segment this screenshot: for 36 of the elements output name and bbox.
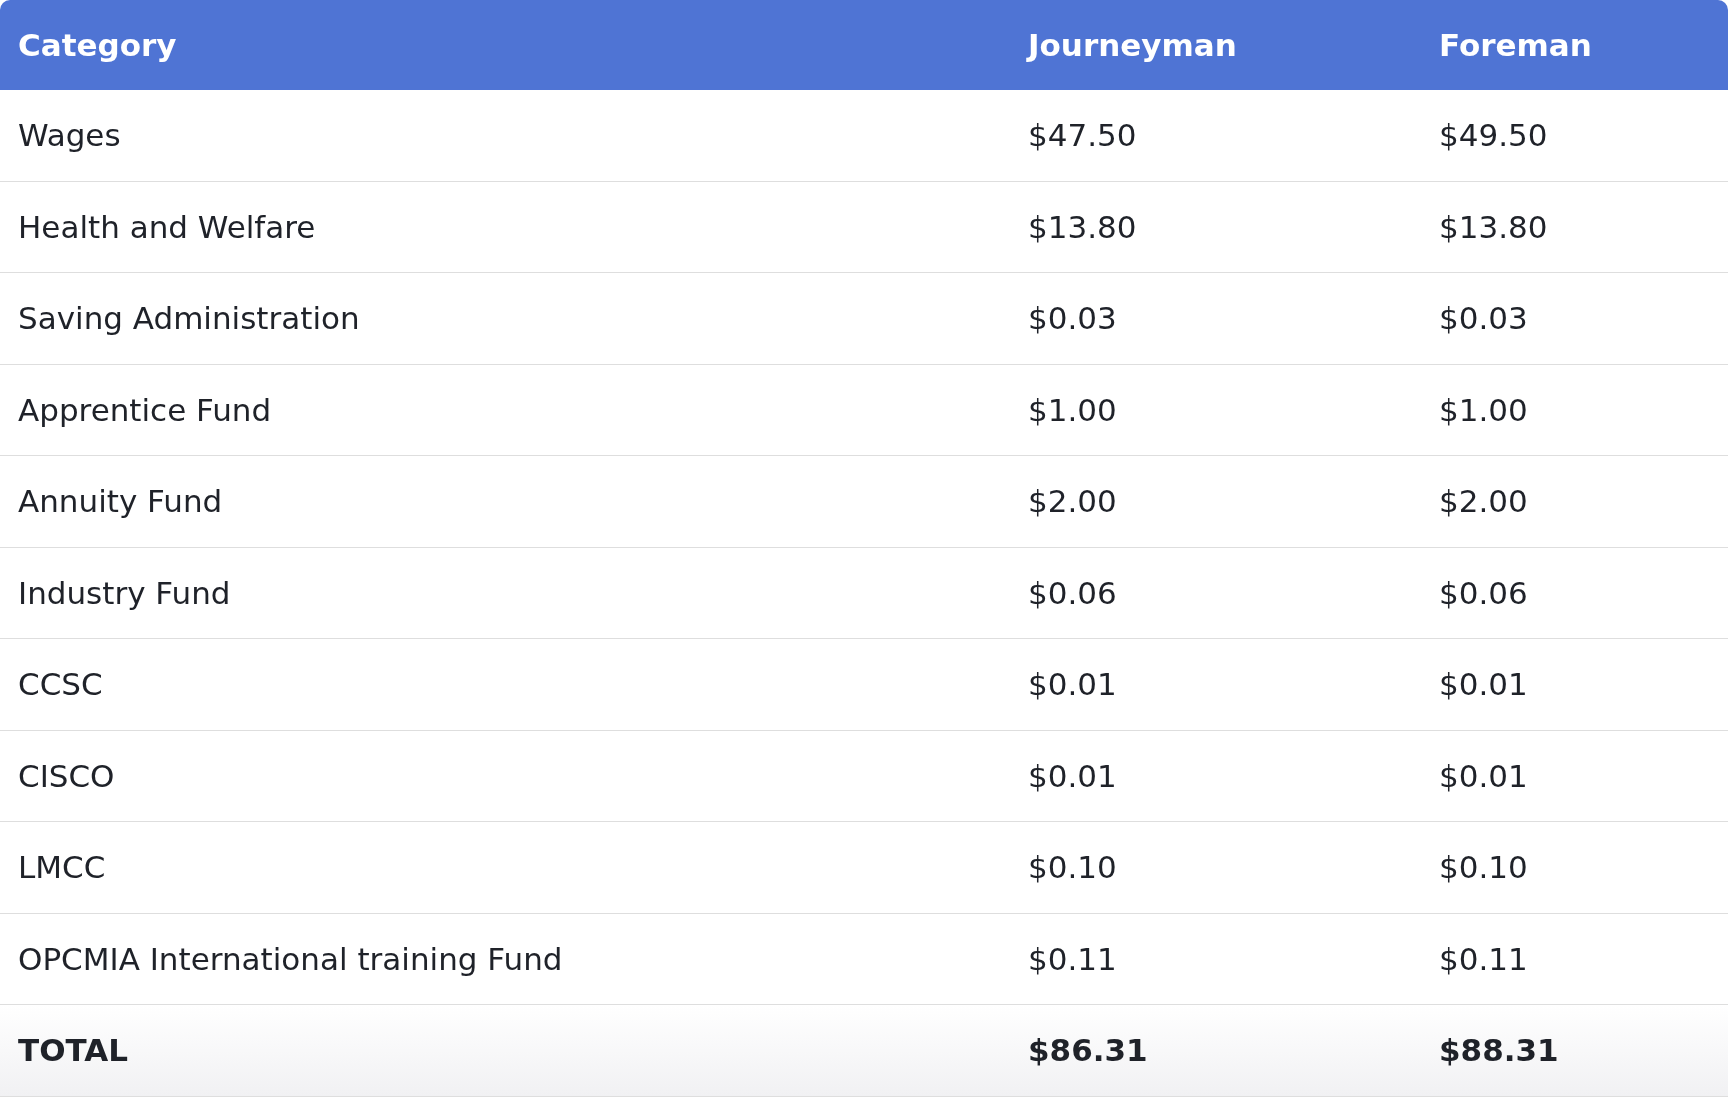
table-cell: $1.00 bbox=[1439, 391, 1528, 428]
table-cell: $13.80 bbox=[1439, 208, 1548, 245]
table-cell: LMCC bbox=[18, 849, 106, 886]
table-cell: Health and Welfare bbox=[18, 208, 316, 245]
table-cell: $49.50 bbox=[1439, 117, 1548, 154]
column-header: Category bbox=[18, 27, 177, 63]
table-cell: $2.00 bbox=[1439, 483, 1528, 520]
table-cell: CISCO bbox=[18, 757, 115, 794]
table-cell: OPCMIA International training Fund bbox=[18, 940, 563, 977]
table-cell: $0.06 bbox=[1028, 574, 1117, 611]
table-cell: $0.01 bbox=[1028, 666, 1117, 703]
table-cell: $13.80 bbox=[1028, 208, 1137, 245]
table-cell: Saving Administration bbox=[18, 300, 360, 337]
column-header: Journeyman bbox=[1028, 27, 1237, 63]
column-header: Foreman bbox=[1439, 27, 1592, 63]
table-cell: CCSC bbox=[18, 666, 103, 703]
table-cell: $0.01 bbox=[1028, 757, 1117, 794]
total-cell: $86.31 bbox=[1028, 1032, 1148, 1069]
table-cell: $0.06 bbox=[1439, 574, 1528, 611]
table-cell: Industry Fund bbox=[18, 574, 231, 611]
table-cell: $0.10 bbox=[1028, 849, 1117, 886]
table-cell: Apprentice Fund bbox=[18, 391, 272, 428]
table-cell: $0.11 bbox=[1439, 940, 1528, 977]
total-cell: $88.31 bbox=[1439, 1032, 1559, 1069]
table-cell: $1.00 bbox=[1028, 391, 1117, 428]
table-cell: $47.50 bbox=[1028, 117, 1137, 154]
total-cell: TOTAL bbox=[18, 1032, 128, 1069]
table-cell: $0.11 bbox=[1028, 940, 1117, 977]
table-cell: Annuity Fund bbox=[18, 483, 223, 520]
table-cell: $0.01 bbox=[1439, 666, 1528, 703]
table-cell: Wages bbox=[18, 117, 121, 154]
table-cell: $0.01 bbox=[1439, 757, 1528, 794]
table-cell: $2.00 bbox=[1028, 483, 1117, 520]
table-cell: $0.03 bbox=[1028, 300, 1117, 337]
table-cell: $0.10 bbox=[1439, 849, 1528, 886]
table-cell: $0.03 bbox=[1439, 300, 1528, 337]
